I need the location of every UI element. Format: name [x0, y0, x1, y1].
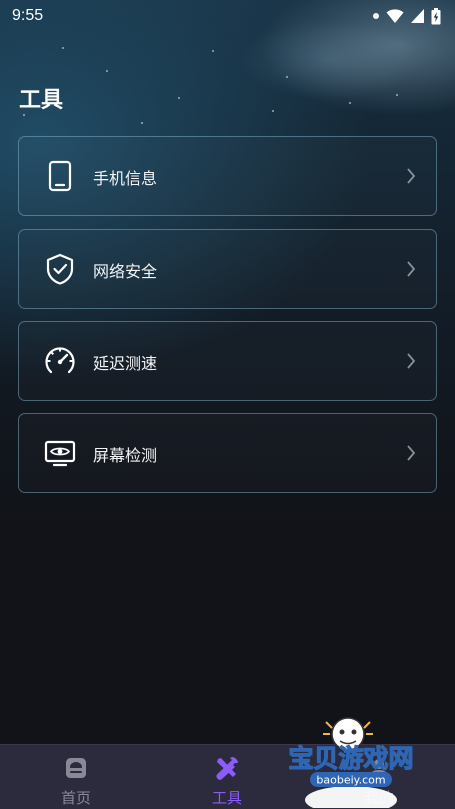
chevron-right-icon	[407, 261, 416, 277]
watermark-url: baobeiy.com	[316, 774, 385, 787]
home-icon	[66, 758, 86, 778]
page-background	[0, 0, 455, 809]
tool-card-label: 手机信息	[93, 169, 158, 188]
chevron-right-icon	[407, 445, 416, 461]
chevron-right-icon	[407, 168, 416, 184]
wifi-icon	[386, 9, 404, 23]
monitor-eye-icon	[44, 440, 76, 467]
cell-signal-icon	[411, 9, 424, 23]
signal-dot-icon	[373, 13, 379, 19]
speedometer-icon	[45, 347, 75, 374]
tab-home[interactable]: 首页	[21, 745, 131, 809]
tool-card-phone-info[interactable]: 手机信息	[18, 136, 437, 216]
shield-check-icon	[46, 253, 74, 285]
watermark-logo: 宝贝游戏网 baobeiy.com	[288, 717, 414, 808]
page-title: 工具	[19, 88, 64, 113]
tool-card-label: 延迟测速	[93, 354, 158, 373]
status-time: 9:55	[12, 7, 44, 24]
chevron-right-icon	[407, 353, 416, 369]
phone-icon	[48, 160, 72, 192]
tab-label: 工具	[211, 789, 242, 807]
watermark-text: 宝贝游戏网	[288, 744, 413, 773]
tool-card-network-security[interactable]: 网络安全	[18, 229, 437, 309]
status-icons	[372, 7, 441, 25]
tab-label: 首页	[60, 789, 91, 807]
tool-card-latency-test[interactable]: 延迟测速	[18, 321, 437, 401]
battery-icon	[431, 7, 441, 24]
tab-tools[interactable]: 工具	[172, 745, 282, 809]
tools-icon	[216, 757, 238, 780]
tool-card-label: 网络安全	[93, 262, 158, 281]
tool-card-label: 屏幕检测	[93, 446, 158, 465]
status-bar: 9:55	[0, 0, 455, 32]
tool-card-screen-test[interactable]: 屏幕检测	[18, 413, 437, 493]
